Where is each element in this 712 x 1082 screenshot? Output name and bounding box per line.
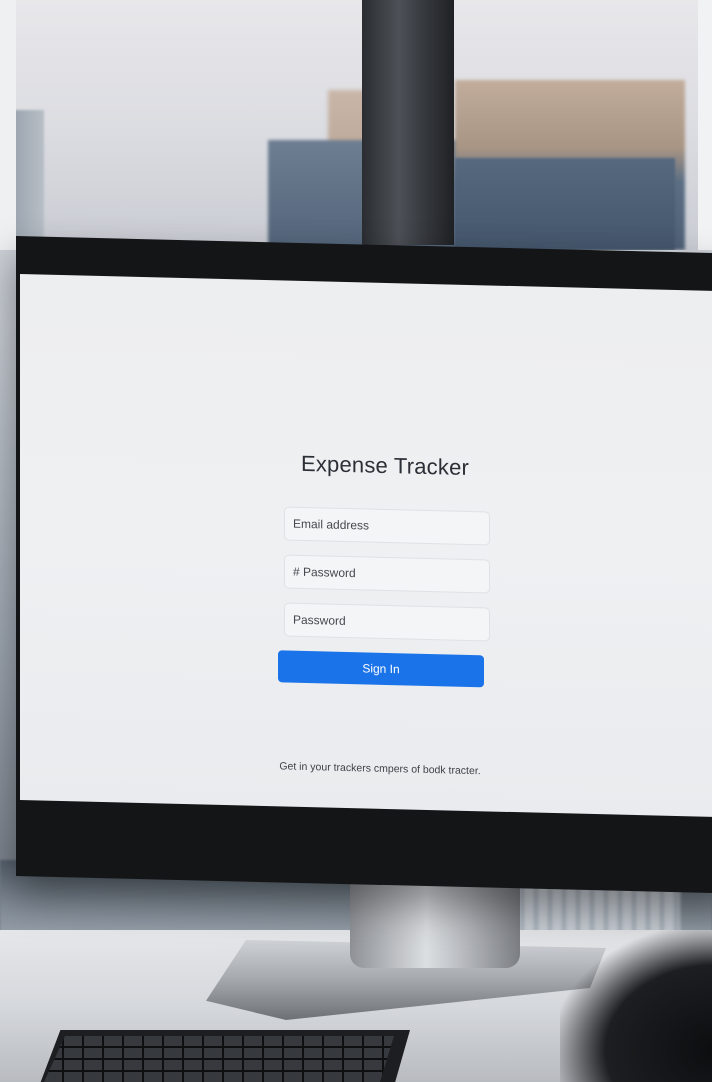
monitor-screen: Expense Tracker Sign In Get in your trac… xyxy=(20,274,712,818)
keyboard-keys xyxy=(44,1036,394,1082)
background-building xyxy=(455,158,675,250)
window-frame xyxy=(362,0,454,245)
window-frame-edge xyxy=(698,0,712,250)
sign-in-button[interactable]: Sign In xyxy=(278,650,484,688)
password-field[interactable] xyxy=(284,554,490,594)
window-background xyxy=(0,0,712,250)
foreground-shadow xyxy=(560,930,712,1082)
email-field[interactable] xyxy=(284,506,490,546)
login-form: Expense Tracker Sign In xyxy=(270,450,490,688)
window-frame-edge xyxy=(0,0,16,250)
photo-scene: Expense Tracker Sign In Get in your trac… xyxy=(0,0,712,1082)
app-title: Expense Tracker xyxy=(300,450,470,480)
confirm-password-field[interactable] xyxy=(284,602,490,642)
footer-text: Get in your trackers cmpers of bodk trac… xyxy=(279,760,481,778)
